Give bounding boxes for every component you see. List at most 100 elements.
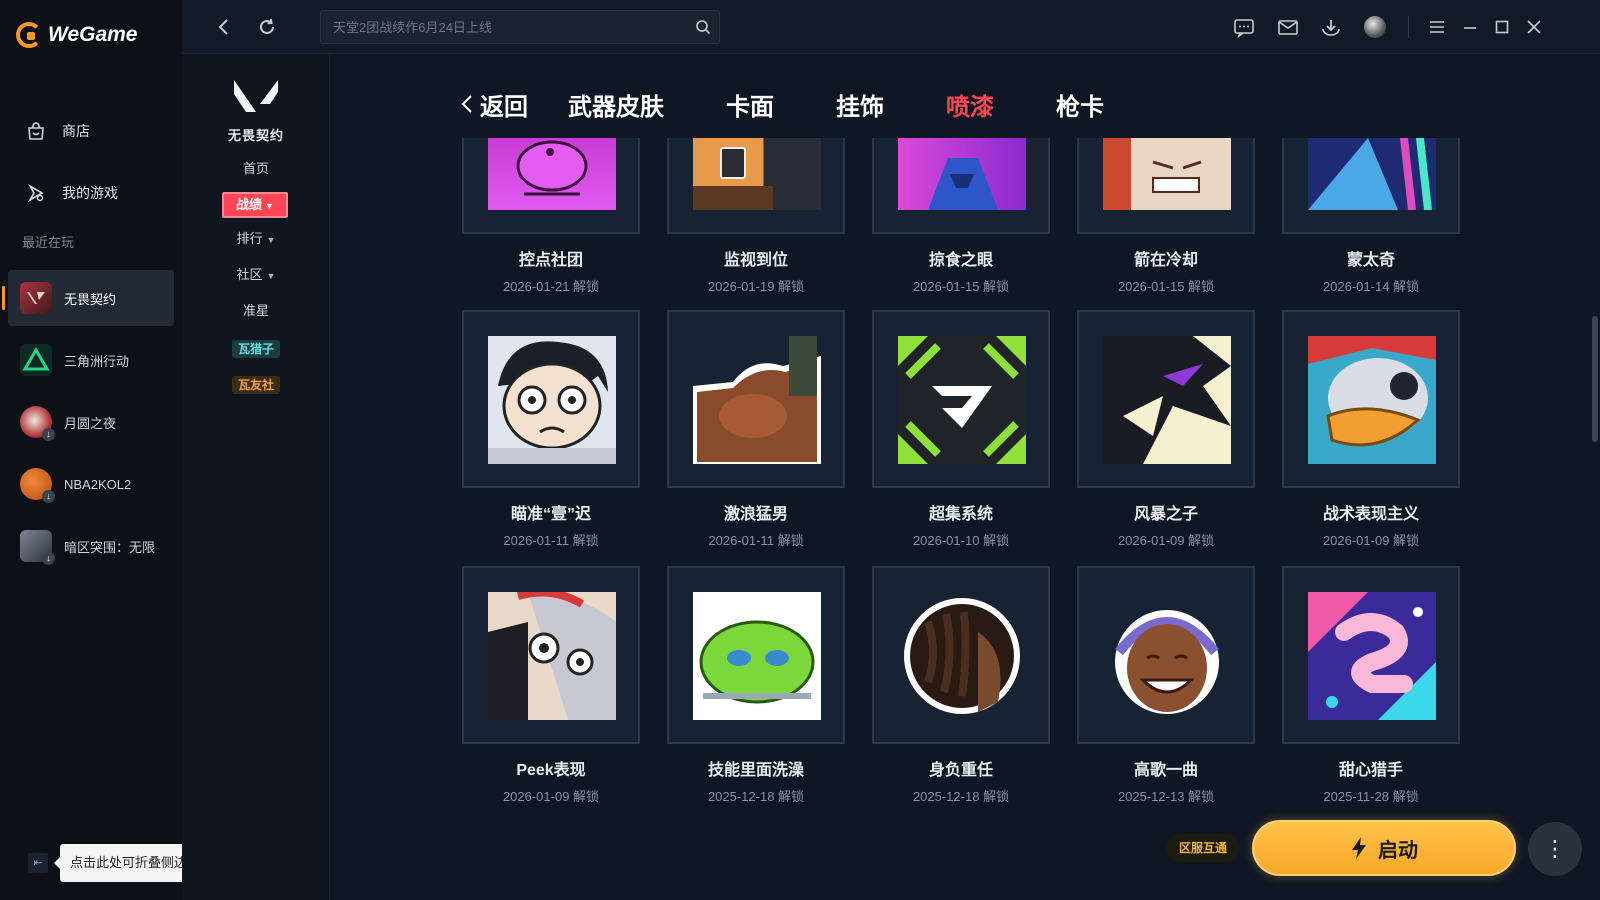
collapse-sidebar-icon[interactable]: ⇤ xyxy=(28,853,48,873)
recent-game-label: 三角洲行动 xyxy=(64,353,130,369)
spray-image-badge xyxy=(693,138,821,210)
maximize-icon[interactable] xyxy=(1492,14,1512,40)
spray-unlock-date: 2026-01-21 解锁 xyxy=(502,279,600,294)
spray-image-sweet-hunter xyxy=(1308,592,1436,720)
spray-image-peek-face xyxy=(488,592,616,720)
spray-image-prism xyxy=(1308,138,1436,210)
avatar-icon xyxy=(1364,16,1386,38)
recent-game-nba2kol2[interactable]: ↓ NBA2KOL2 xyxy=(8,456,174,512)
tab-player-cards[interactable]: 卡面 xyxy=(726,87,774,122)
spray-card[interactable]: 甜心猎手 2025-11-28 解锁 xyxy=(1282,566,1460,805)
spray-name: 监视到位 xyxy=(723,252,788,269)
spray-card[interactable]: 风暴之子 2026-01-09 解锁 xyxy=(1077,310,1255,549)
spray-image-pink-creature xyxy=(488,138,616,210)
refresh-icon[interactable] xyxy=(255,15,279,39)
recent-game-valorant[interactable]: 无畏契约 xyxy=(2,270,174,326)
spray-unlock-date: 2026-01-15 解锁 xyxy=(1117,279,1215,294)
tab-sprays[interactable]: 喷漆 xyxy=(946,87,994,122)
nav-item-shop[interactable]: 商店 xyxy=(0,100,182,162)
caret-down-icon: ▼ xyxy=(266,271,276,281)
gnav-tag-wayoushe[interactable]: 瓦友社 xyxy=(232,376,280,394)
more-options-icon[interactable]: ⋮ xyxy=(1528,822,1582,876)
tab-weapon-skins[interactable]: 武器皮肤 xyxy=(568,87,664,122)
spray-name: 蒙太奇 xyxy=(1346,252,1395,269)
spray-unlock-date: 2025-12-18 解锁 xyxy=(707,789,805,804)
spray-frame xyxy=(1282,138,1460,234)
spray-name: 控点社团 xyxy=(518,252,583,269)
valorant-logo-icon xyxy=(234,80,278,112)
moon-night-game-icon: ↓ xyxy=(20,406,55,441)
menu-icon[interactable] xyxy=(1426,14,1448,40)
spray-name: 技能里面洗澡 xyxy=(707,762,804,779)
download-badge-icon: ↓ xyxy=(42,552,55,565)
search-icon[interactable] xyxy=(695,19,711,35)
spray-card[interactable]: 战术表现主义 2026-01-09 解锁 xyxy=(1282,310,1460,549)
gamepad-icon xyxy=(24,181,48,205)
spray-card[interactable]: 超集系统 2026-01-10 解锁 xyxy=(872,310,1050,549)
spray-card[interactable]: 控点社团 2026-01-21 解锁 xyxy=(462,138,640,295)
spray-frame xyxy=(872,566,1050,744)
download-manager-icon[interactable] xyxy=(1319,14,1343,40)
recent-game-moon-night[interactable]: ↓ 月圆之夜 xyxy=(8,394,174,450)
spray-frame xyxy=(872,138,1050,234)
spray-name: 超集系统 xyxy=(928,506,993,523)
launch-label: 启动 xyxy=(1378,839,1418,862)
user-avatar[interactable] xyxy=(1364,14,1386,40)
spray-image-grimace xyxy=(1103,138,1231,210)
spray-unlock-date: 2026-01-15 解锁 xyxy=(912,279,1010,294)
gnav-tag-walieizi[interactable]: 瓦猎子 xyxy=(232,340,280,358)
spray-unlock-date: 2026-01-11 解锁 xyxy=(503,533,599,548)
tab-gun-cards[interactable]: 枪卡 xyxy=(1056,87,1104,122)
valorant-logo[interactable]: 无畏契约 xyxy=(224,74,288,144)
nav-item-my-games[interactable]: 我的游戏 xyxy=(0,162,182,224)
recent-game-delta-force[interactable]: 三角洲行动 xyxy=(8,332,174,388)
gnav-rank[interactable]: 排行 ▼ xyxy=(182,228,330,247)
spray-card[interactable]: 蒙太奇 2026-01-14 解锁 xyxy=(1282,138,1460,295)
game-sub-nav: 无畏契约 首页 战绩 ▼ 排行 ▼ 社区 ▼ 准星 瓦猎子 瓦友社 xyxy=(182,54,330,900)
spray-card[interactable]: 瞄准“壹”迟 2026-01-11 解锁 xyxy=(462,310,640,549)
spray-card[interactable]: 高歌一曲 2025-12-13 解锁 xyxy=(1077,566,1255,805)
spray-frame xyxy=(1282,566,1460,744)
side-nav: 商店 我的游戏 xyxy=(0,100,182,224)
spray-card[interactable]: 技能里面洗澡 2025-12-18 解锁 xyxy=(667,566,845,805)
minimize-icon[interactable] xyxy=(1460,14,1480,40)
back-button[interactable]: 返回 xyxy=(460,87,528,122)
back-label: 返回 xyxy=(480,93,528,121)
spray-card[interactable]: 激浪猛男 2026-01-11 解锁 xyxy=(667,310,845,549)
app-name: WeGame xyxy=(48,23,138,46)
gnav-record-button[interactable]: 战绩 ▼ xyxy=(222,192,288,218)
recent-game-arena-breakout[interactable]: ↓ 暗区突围：无限 xyxy=(8,518,174,574)
gnav-crosshair[interactable]: 准星 xyxy=(182,300,330,319)
close-icon[interactable] xyxy=(1524,14,1544,40)
basketball-game-icon: ↓ xyxy=(20,468,55,503)
spray-card[interactable]: 箭在冷却 2026-01-15 解锁 xyxy=(1077,138,1255,295)
gnav-home[interactable]: 首页 xyxy=(182,158,330,177)
collection-tabs: 返回 武器皮肤 卡面 挂饰 喷漆 枪卡 xyxy=(460,84,1166,124)
spray-name: 高歌一曲 xyxy=(1133,762,1198,779)
recent-game-label: 月圆之夜 xyxy=(64,415,117,431)
spray-frame xyxy=(462,566,640,744)
spray-name: 甜心猎手 xyxy=(1338,762,1403,779)
spray-name: 掠食之眼 xyxy=(928,252,993,269)
back-arrow-icon[interactable] xyxy=(212,15,236,39)
tab-buddies[interactable]: 挂饰 xyxy=(836,87,884,122)
mail-icon[interactable] xyxy=(1276,14,1300,40)
spray-unlock-date: 2026-01-09 解锁 xyxy=(1322,533,1420,548)
wegame-logo[interactable]: WeGame xyxy=(16,22,138,48)
spray-image-muscle-arm xyxy=(693,336,821,464)
spray-card[interactable]: 掠食之眼 2026-01-15 解锁 xyxy=(872,138,1050,295)
spray-card[interactable]: 监视到位 2026-01-19 解锁 xyxy=(667,138,845,295)
spray-image-singer xyxy=(1103,592,1231,720)
spray-card[interactable]: 身负重任 2025-12-18 解锁 xyxy=(872,566,1050,805)
message-icon[interactable] xyxy=(1232,14,1256,40)
top-bar xyxy=(182,0,1600,54)
search-input[interactable] xyxy=(321,11,681,43)
delta-force-game-icon xyxy=(20,344,52,376)
scrollbar-thumb[interactable] xyxy=(1592,316,1598,442)
spray-image-anime-boy xyxy=(488,336,616,464)
launch-button[interactable]: 启动 xyxy=(1252,820,1516,876)
main-sidebar: WeGame 商店 我的游戏 最近在玩 无畏契约 三角洲行动 ↓ 月圆之夜 ↓ … xyxy=(0,0,220,900)
gnav-community[interactable]: 社区 ▼ xyxy=(182,264,330,283)
spray-image-slime-bath xyxy=(693,592,821,720)
spray-card[interactable]: Peek表现 2026-01-09 解锁 xyxy=(462,566,640,805)
